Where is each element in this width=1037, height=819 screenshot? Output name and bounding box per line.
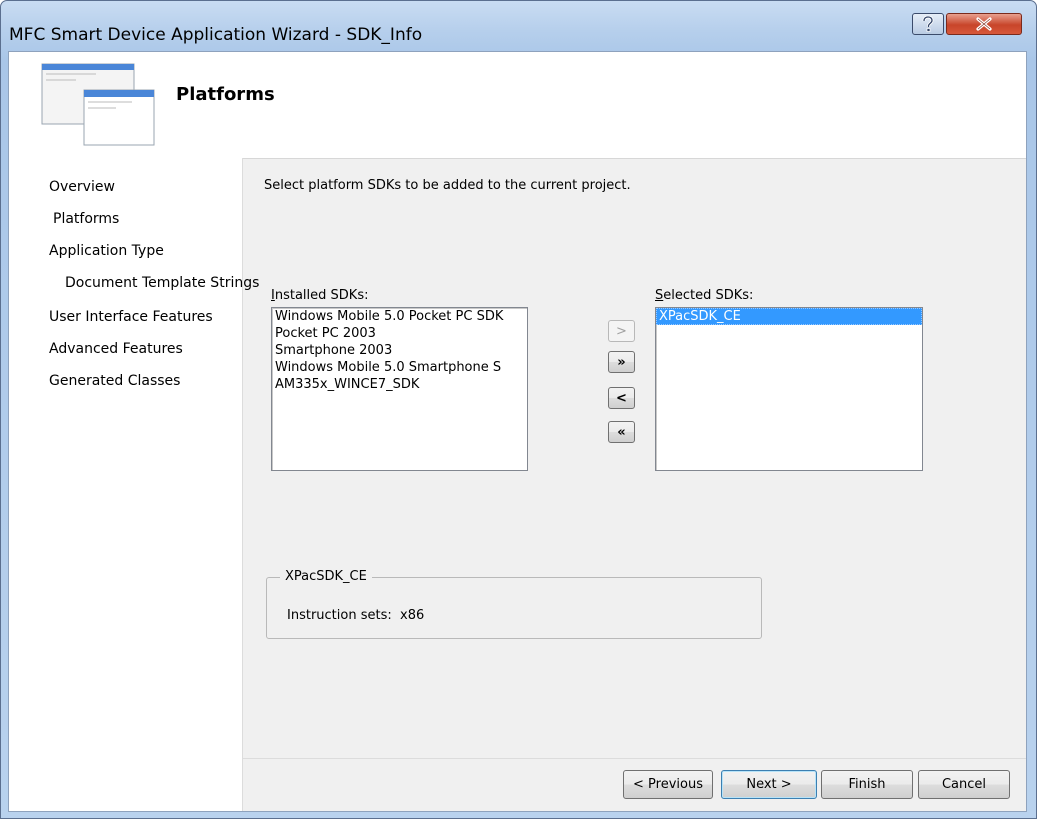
next-button[interactable]: Next >	[721, 770, 817, 799]
window-title: MFC Smart Device Application Wizard - SD…	[9, 25, 423, 45]
selected-sdks-label-rest: elected SDKs:	[663, 288, 754, 303]
list-item[interactable]: Windows Mobile 5.0 Smartphone S	[272, 359, 527, 376]
nav-item-generated-classes[interactable]: Generated Classes	[49, 373, 180, 389]
close-icon	[976, 17, 992, 31]
nav-item-overview[interactable]: Overview	[49, 179, 115, 195]
nav-item-user-interface-features[interactable]: User Interface Features	[49, 309, 213, 325]
wizard-windows-icon	[41, 63, 155, 146]
list-item[interactable]: AM335x_WINCE7_SDK	[272, 376, 527, 393]
sdk-details-legend: XPacSDK_CE	[280, 569, 372, 584]
wizard-window: MFC Smart Device Application Wizard - SD…	[0, 0, 1037, 819]
wizard-body: Platforms Overview Platforms Application…	[8, 51, 1027, 812]
list-item[interactable]: Smartphone 2003	[272, 342, 527, 359]
instruction-sets-label: Instruction sets:	[287, 608, 392, 623]
finish-button[interactable]: Finish	[821, 770, 913, 799]
selected-sdks-list[interactable]: XPacSDK_CE	[655, 307, 923, 471]
wizard-nav: Overview Platforms Application Type Docu…	[9, 158, 259, 811]
instruction-sets-line: Instruction sets: x86	[287, 608, 424, 623]
nav-item-document-template-strings[interactable]: Document Template Strings	[65, 275, 259, 291]
remove-sdk-button[interactable]: <	[608, 387, 635, 409]
instruction-sets-value: x86	[400, 608, 425, 623]
add-sdk-button[interactable]: >	[608, 320, 635, 342]
installed-sdks-list[interactable]: Windows Mobile 5.0 Pocket PC SDK Pocket …	[271, 307, 528, 471]
wizard-header: Platforms	[9, 52, 1026, 159]
sdk-details-group: XPacSDK_CE Instruction sets: x86	[266, 569, 762, 639]
page-title: Platforms	[176, 84, 275, 105]
nav-item-platforms[interactable]: Platforms	[51, 211, 121, 227]
list-item[interactable]: Pocket PC 2003	[272, 325, 527, 342]
installed-sdks-label: Installed SDKs:	[271, 288, 369, 303]
remove-all-sdks-button[interactable]: «	[608, 421, 635, 443]
installed-sdks-label-rest: nstalled SDKs:	[274, 288, 369, 303]
list-item[interactable]: XPacSDK_CE	[656, 308, 922, 325]
add-all-sdks-button[interactable]: »	[608, 351, 635, 373]
footer-divider	[242, 758, 1026, 759]
selected-sdks-label: Selected SDKs:	[655, 288, 754, 303]
previous-button[interactable]: < Previous	[623, 770, 713, 799]
close-button[interactable]	[946, 13, 1022, 35]
nav-item-application-type[interactable]: Application Type	[49, 243, 164, 259]
cancel-button[interactable]: Cancel	[918, 770, 1010, 799]
list-item[interactable]: Windows Mobile 5.0 Pocket PC SDK	[272, 308, 527, 325]
help-button[interactable]	[912, 13, 944, 35]
title-bar[interactable]: MFC Smart Device Application Wizard - SD…	[1, 1, 1036, 51]
help-icon	[922, 16, 934, 32]
nav-item-advanced-features[interactable]: Advanced Features	[49, 341, 183, 357]
instruction-text: Select platform SDKs to be added to the …	[264, 178, 631, 193]
